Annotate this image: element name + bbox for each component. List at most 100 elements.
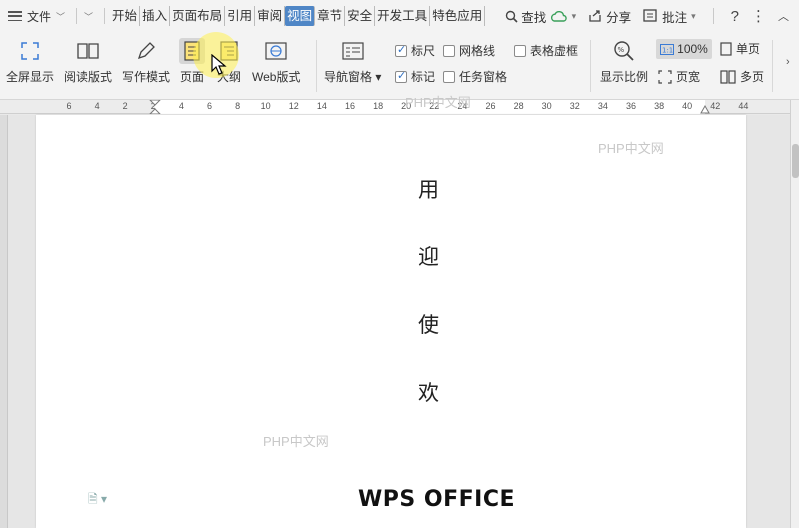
fullscreen-button[interactable]: 全屏显示 [6, 38, 54, 85]
more-icon[interactable]: ⋮ [751, 7, 766, 25]
chevron-down-icon: ▾ [571, 10, 577, 21]
ribbon-scroll-right-icon[interactable]: › [786, 56, 790, 68]
gridlines-checkbox-label: 网格线 [459, 44, 496, 58]
cloud-icon [550, 10, 567, 22]
ruler-tick-label: 32 [569, 101, 580, 111]
ruler-checkbox-label: 标尺 [411, 44, 436, 58]
ribbon-divider [772, 40, 773, 92]
share-label: 分享 [606, 10, 632, 25]
ruler-tick-label: 6 [206, 101, 213, 111]
comment-icon [643, 9, 657, 22]
nav-pane-label: 导航窗格 ▾ [324, 70, 382, 84]
menu-tab[interactable]: 开始 [110, 6, 141, 26]
vertical-ruler[interactable] [0, 115, 8, 528]
zoom-ratio-button[interactable]: % 显示比例 [600, 38, 648, 85]
multi-page-label: 多页 [740, 70, 765, 84]
gridlines-checkbox[interactable]: 网格线 [443, 42, 495, 59]
ruler-tick-label: 26 [485, 101, 496, 111]
indent-marker-icon[interactable] [149, 100, 161, 114]
menu-tab[interactable]: 插入 [140, 6, 171, 26]
watermark: PHP中文网 [263, 434, 329, 449]
nav-pane-button[interactable]: 导航窗格 ▾ [324, 38, 381, 85]
reading-layout-button[interactable]: 阅读版式 [64, 38, 112, 85]
ruler-tick-label: 28 [513, 101, 524, 111]
document-char[interactable]: 使 [418, 309, 439, 339]
paragraph-options-icon[interactable]: 🗎 ▾ [88, 490, 107, 511]
cloud-sync-button[interactable]: ▾ [550, 10, 577, 23]
help-icon[interactable]: ? [731, 8, 739, 25]
ruler-tick-label: 44 [738, 101, 749, 111]
web-icon [263, 38, 289, 64]
gridlines-checkbox-box[interactable] [443, 44, 455, 57]
collapse-ribbon-icon[interactable]: ︿ [778, 8, 789, 24]
ruler-tick-label: 4 [94, 101, 100, 111]
search-button[interactable]: 查找 [505, 7, 546, 26]
quick-access-dropdown-icon[interactable]: ﹀ [84, 10, 93, 23]
table-gridlines-checkbox[interactable]: 表格虚框 [514, 42, 578, 59]
right-indent-marker-icon[interactable] [700, 102, 710, 114]
file-menu-label: 文件 [27, 9, 52, 24]
reading-layout-label: 阅读版式 [64, 70, 113, 84]
svg-text:1:1: 1:1 [662, 46, 673, 54]
document-char[interactable]: 欢 [418, 377, 439, 407]
writing-mode-button[interactable]: 写作模式 [122, 38, 170, 85]
single-page-button[interactable]: 单页 [720, 40, 760, 57]
multi-page-button[interactable]: 多页 [720, 68, 764, 85]
table-gridlines-checkbox-box[interactable] [514, 44, 526, 57]
table-gridlines-checkbox-label: 表格虚框 [530, 44, 579, 58]
svg-text:%: % [618, 46, 625, 54]
menu-tab[interactable]: 章节 [315, 6, 346, 26]
scrollbar-thumb[interactable] [792, 144, 799, 178]
marks-checkbox[interactable]: 标记 [395, 68, 435, 85]
file-menu[interactable]: 文件 ﹀ [0, 0, 71, 32]
zoom-icon: % [611, 38, 637, 64]
task-pane-checkbox-label: 任务窗格 [459, 70, 508, 84]
task-pane-checkbox[interactable]: 任务窗格 [443, 68, 507, 85]
nav-pane-icon [340, 38, 366, 64]
writing-mode-label: 写作模式 [122, 70, 171, 84]
hamburger-icon [8, 11, 22, 21]
menu-divider [104, 8, 106, 24]
menu-tab[interactable]: 引用 [225, 6, 256, 26]
menu-tab[interactable]: 视图 [285, 6, 316, 26]
ruler-tick-label: 18 [373, 101, 384, 111]
vertical-scrollbar[interactable] [790, 100, 799, 528]
document-page[interactable] [36, 115, 746, 528]
document-char[interactable]: 迎 [418, 241, 439, 271]
comment-button[interactable]: 批注 ▾ [643, 7, 696, 26]
zoom-100-icon: 1:1 [660, 43, 675, 55]
ruler-checkbox[interactable]: 标尺 [395, 42, 435, 59]
search-label: 查找 [521, 10, 547, 25]
menu-tab[interactable]: 安全 [345, 6, 376, 26]
ruler-tick-label: 30 [541, 101, 552, 111]
horizontal-ruler[interactable]: 6 4 2 2 4 6 8 10 12 14 16 18 20 22 24 26 28 30 32 34 36 38 40 4… [0, 100, 799, 114]
ruler-tick-label: 38 [654, 101, 665, 111]
task-pane-checkbox-box[interactable] [443, 70, 455, 83]
ribbon-divider [590, 40, 591, 92]
ruler-tick-label: 4 [178, 101, 184, 111]
multi-page-icon [720, 69, 736, 84]
menu-tab[interactable]: 审阅 [255, 6, 286, 26]
page-width-button[interactable]: 页宽 [658, 68, 700, 85]
ruler-tick-label: 36 [625, 101, 637, 111]
document-char[interactable]: 用 [418, 174, 439, 204]
zoom-ratio-label: 显示比例 [600, 70, 649, 84]
comment-label: 批注 [662, 10, 688, 25]
ruler-tick-label: 2 [122, 101, 128, 111]
document-heading[interactable]: WPS OFFICE [358, 487, 515, 512]
menu-tab[interactable]: 开发工具 [375, 6, 431, 26]
web-layout-button[interactable]: Web版式 [252, 38, 300, 85]
ruler-tick-label: 42 [710, 101, 721, 111]
page-width-icon [658, 69, 672, 84]
marks-checkbox-box[interactable] [395, 69, 407, 83]
watermark: PHP中文网 [598, 141, 664, 156]
single-page-icon [720, 41, 732, 56]
zoom-100-button[interactable]: 1:1 100% [656, 39, 712, 59]
ruler-checkbox-box[interactable] [395, 43, 407, 57]
view-ribbon: 全屏显示 阅读版式 写作模式 页面 大纲 Web版式 导航窗格 ▾ 标尺 网格线… [0, 32, 799, 100]
menu-tab[interactable]: 特色应用 [430, 6, 486, 26]
search-icon [506, 10, 518, 23]
menu-tab[interactable]: 页面布局 [170, 6, 226, 26]
share-button[interactable]: 分享 [588, 7, 631, 26]
page-width-label: 页宽 [676, 70, 701, 84]
